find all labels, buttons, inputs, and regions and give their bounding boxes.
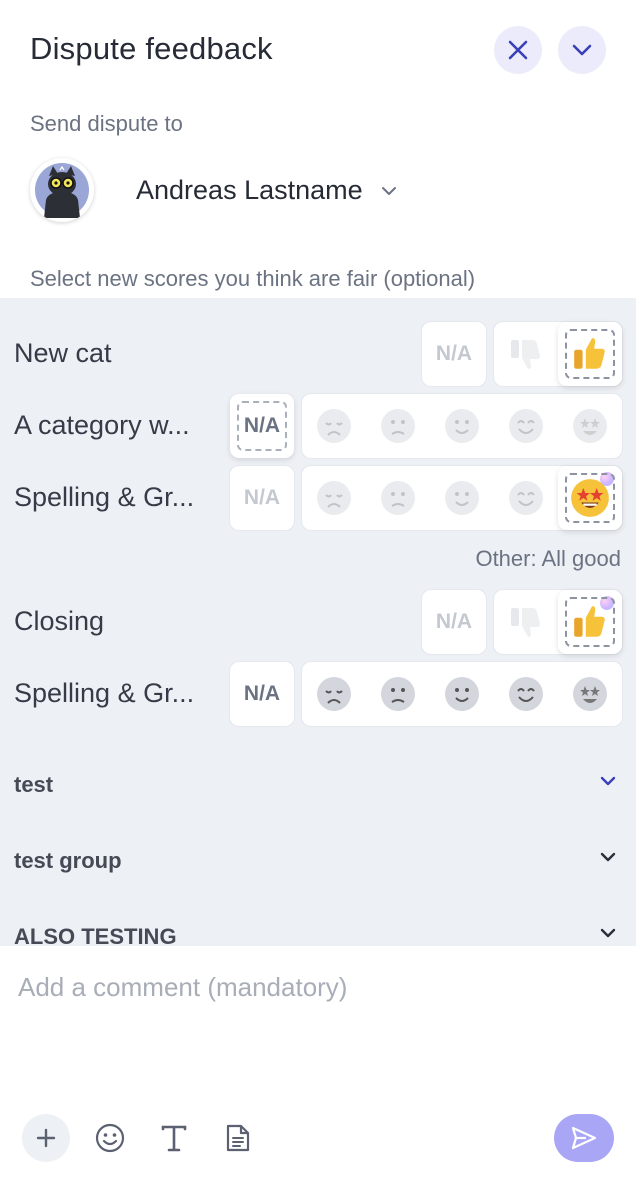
happy-face-icon[interactable] [508,408,544,444]
recipient-select[interactable]: Andreas Lastname [136,175,397,206]
sad-face-icon[interactable] [380,676,416,712]
scale-score-box [302,466,622,530]
chevron-down-icon [600,852,616,862]
category-label: New cat [14,338,112,368]
close-icon [508,40,528,60]
na-option[interactable]: N/A [230,662,294,726]
thumbs-up-option[interactable] [558,590,622,654]
group-label: test group [14,848,122,873]
binary-score-box [494,590,622,654]
star-struck-face-icon [571,479,609,517]
very-sad-face-icon[interactable] [316,408,352,444]
happy-face-icon[interactable] [508,480,544,516]
thumbs-down-icon[interactable] [508,336,544,377]
category-label: Spelling & Gr... [14,482,195,512]
sad-face-icon[interactable] [380,480,416,516]
score-row: Spelling & Gr... N/A [0,466,636,532]
avatar [30,158,94,222]
chevron-down-icon [572,44,592,56]
template-button[interactable] [214,1114,262,1162]
na-option[interactable]: N/A [230,466,294,530]
thumbs-down-icon[interactable] [508,604,544,645]
scores-panel: New cat N/A A category w... N/A Spelling… [0,298,636,946]
group-header-test[interactable]: test [0,764,636,804]
send-button[interactable] [554,1114,614,1162]
chevron-down-icon [600,928,616,938]
thumbs-up-icon [574,338,605,369]
chevron-down-icon [600,776,616,786]
smile-face-icon[interactable] [444,676,480,712]
happy-face-icon[interactable] [508,676,544,712]
close-button[interactable] [494,26,542,74]
emoji-button[interactable] [86,1114,134,1162]
score-row: A category w... N/A [0,394,636,460]
change-indicator-dot [600,596,614,610]
scale-score-box [302,394,622,458]
chevron-down-icon [381,186,396,195]
score-row: Closing N/A [0,590,636,656]
text-format-icon [161,1125,187,1152]
na-option[interactable]: N/A [422,322,486,386]
smile-face-icon[interactable] [444,408,480,444]
na-option[interactable]: N/A [230,394,294,458]
star-struck-face-icon[interactable] [572,408,608,444]
recipient-name: Andreas Lastname [136,175,363,205]
send-icon [571,1126,597,1150]
group-header-test-group[interactable]: test group [0,840,636,880]
category-label: A category w... [14,410,190,440]
category-label: Closing [14,606,105,636]
comment-input[interactable] [18,972,618,1072]
plus-icon [36,1128,56,1148]
other-note: Other: All good [475,546,621,571]
send-dispute-label: Send dispute to [30,111,183,136]
dialog-header: Dispute feedback [0,0,636,100]
emoji-icon [95,1123,125,1153]
add-attachment-button[interactable] [22,1114,70,1162]
scale-score-box [302,662,622,726]
collapse-button[interactable] [558,26,606,74]
group-label: test [14,772,54,797]
document-icon [226,1124,250,1152]
cat-avatar-icon [35,163,89,218]
thumbs-up-icon [574,606,605,637]
na-option[interactable]: N/A [422,590,486,654]
scores-hint: Select new scores you think are fair (op… [30,266,476,291]
thumbs-up-option[interactable] [558,322,622,386]
group-label: ALSO TESTING [14,924,177,946]
very-sad-face-icon[interactable] [316,676,352,712]
change-indicator-dot [600,472,614,486]
category-label: Spelling & Gr... [14,678,195,708]
smile-face-icon[interactable] [444,480,480,516]
score-row: New cat N/A [0,322,636,388]
text-format-button[interactable] [150,1114,198,1162]
dialog-title: Dispute feedback [30,31,273,66]
star-struck-face-icon[interactable] [572,676,608,712]
very-sad-face-icon[interactable] [316,480,352,516]
group-header-also-testing[interactable]: ALSO TESTING [0,916,636,946]
star-struck-option[interactable] [558,466,622,530]
binary-score-box [494,322,622,386]
sad-face-icon[interactable] [380,408,416,444]
score-row: Spelling & Gr... N/A [0,662,636,728]
